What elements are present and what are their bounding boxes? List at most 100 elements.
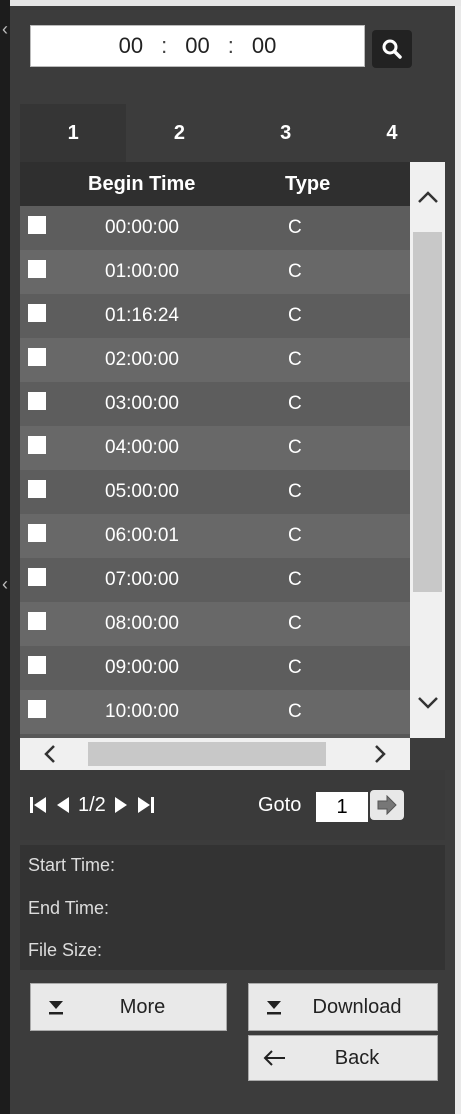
goto-label: Goto — [258, 794, 302, 816]
tab-3[interactable]: 3 — [233, 104, 339, 162]
row-checkbox[interactable] — [28, 304, 46, 322]
row-type: C — [288, 481, 302, 502]
row-begin-time: 01:00:00 — [105, 261, 179, 282]
download-icon — [259, 998, 289, 1016]
back-label: Back — [334, 1046, 380, 1069]
prev-page-icon[interactable] — [56, 770, 70, 840]
more-label: More — [119, 995, 166, 1018]
vertical-scrollbar[interactable] — [410, 162, 445, 738]
row-type: C — [288, 525, 302, 546]
record-row[interactable]: 00:00:00 C — [20, 206, 410, 250]
page-indicator: 1/2 — [78, 794, 106, 816]
time-input[interactable]: 00 : 00 : 00 — [30, 25, 365, 67]
scroll-down-icon[interactable] — [410, 668, 445, 738]
goto-button[interactable] — [370, 790, 404, 820]
row-begin-time: 06:00:01 — [105, 525, 179, 546]
record-row[interactable]: 01:00:00 C — [20, 250, 410, 294]
time-sep-2: : — [227, 33, 234, 58]
row-begin-time: 08:00:00 — [105, 613, 179, 634]
record-row[interactable]: 09:00:00 C — [20, 646, 410, 690]
tab-4[interactable]: 4 — [339, 104, 445, 162]
record-row[interactable]: 04:00:00 C — [20, 426, 410, 470]
end-time-label: End Time: — [28, 898, 110, 918]
left-collapse-bar: ‹ ‹ — [0, 0, 10, 1114]
record-row[interactable]: 05:00:00 C — [20, 470, 410, 514]
row-checkbox[interactable] — [28, 524, 46, 542]
tab-1[interactable]: 1 — [20, 104, 127, 162]
time-hour[interactable]: 00 — [119, 33, 143, 59]
row-checkbox[interactable] — [28, 392, 46, 410]
header-type: Type — [285, 173, 331, 195]
time-minute[interactable]: 00 — [185, 33, 209, 59]
row-checkbox[interactable] — [28, 216, 46, 234]
row-checkbox[interactable] — [28, 568, 46, 586]
arrow-right-icon — [377, 795, 397, 815]
scroll-right-icon[interactable] — [350, 738, 410, 770]
record-rows: 00:00:00 C 01:00:00 C 01:16:24 C 02:00:00 C 03:0… — [20, 206, 410, 734]
row-type: C — [288, 217, 302, 238]
row-checkbox[interactable] — [28, 612, 46, 630]
right-border — [455, 6, 461, 1114]
row-type: C — [288, 657, 302, 678]
pagination: 1/2 Goto — [20, 770, 445, 840]
download-button[interactable]: Download — [248, 983, 438, 1031]
time-second[interactable]: 00 — [252, 33, 276, 59]
file-info: Start Time: End Time: File Size: — [20, 845, 445, 970]
next-page-icon[interactable] — [114, 770, 128, 840]
first-page-icon[interactable] — [28, 770, 48, 840]
row-checkbox[interactable] — [28, 348, 46, 366]
record-row[interactable]: 06:00:01 C — [20, 514, 410, 558]
header-begin-time: Begin Time — [88, 173, 196, 195]
start-time-label: Start Time: — [28, 855, 116, 875]
page-nav: 1/2 — [28, 770, 158, 840]
scroll-up-icon[interactable] — [410, 162, 445, 232]
goto-page-input[interactable] — [316, 792, 368, 822]
row-type: C — [288, 261, 302, 282]
more-button[interactable]: More — [30, 983, 227, 1031]
vertical-scroll-thumb[interactable] — [413, 232, 442, 592]
record-row[interactable]: 10:00:00 C — [20, 690, 410, 734]
record-row[interactable]: 02:00:00 C — [20, 338, 410, 382]
record-row[interactable]: 03:00:00 C — [20, 382, 410, 426]
tab-2[interactable]: 2 — [126, 104, 232, 162]
download-label: Download — [312, 995, 402, 1018]
row-begin-time: 03:00:00 — [105, 393, 179, 414]
search-button[interactable] — [372, 30, 412, 68]
row-begin-time: 04:00:00 — [105, 437, 179, 458]
horizontal-scrollbar[interactable] — [20, 738, 410, 770]
record-list: Begin Time Type 00:00:00 C 01:00:00 C 01:16:… — [20, 162, 410, 738]
row-checkbox[interactable] — [28, 436, 46, 454]
row-checkbox[interactable] — [28, 700, 46, 718]
record-list-header: Begin Time Type — [20, 162, 410, 206]
back-button[interactable]: Back — [248, 1035, 438, 1081]
row-begin-time: 09:00:00 — [105, 657, 179, 678]
row-type: C — [288, 305, 302, 326]
channel-tabs: 1 2 3 4 — [20, 104, 445, 162]
row-checkbox[interactable] — [28, 480, 46, 498]
file-size-label: File Size: — [28, 940, 103, 960]
collapse-left-icon-2[interactable]: ‹ — [0, 575, 10, 593]
row-begin-time: 05:00:00 — [105, 481, 179, 502]
row-begin-time: 01:16:24 — [105, 305, 179, 326]
search-icon — [382, 39, 402, 59]
horizontal-scroll-thumb[interactable] — [88, 742, 326, 766]
row-type: C — [288, 437, 302, 458]
record-row[interactable]: 08:00:00 C — [20, 602, 410, 646]
row-type: C — [288, 613, 302, 634]
time-sep-1: : — [161, 33, 168, 58]
scroll-left-icon[interactable] — [20, 738, 80, 770]
back-arrow-icon — [259, 1049, 289, 1067]
collapse-left-icon[interactable]: ‹ — [0, 20, 10, 38]
row-begin-time: 00:00:00 — [105, 217, 179, 238]
row-type: C — [288, 393, 302, 414]
row-checkbox[interactable] — [28, 656, 46, 674]
download-arrow-icon — [41, 998, 71, 1016]
row-begin-time: 07:00:00 — [105, 569, 179, 590]
row-type: C — [288, 349, 302, 370]
record-row[interactable]: 01:16:24 C — [20, 294, 410, 338]
last-page-icon[interactable] — [136, 770, 158, 840]
row-type: C — [288, 701, 302, 722]
row-checkbox[interactable] — [28, 260, 46, 278]
record-row[interactable]: 07:00:00 C — [20, 558, 410, 602]
row-begin-time: 02:00:00 — [105, 349, 179, 370]
